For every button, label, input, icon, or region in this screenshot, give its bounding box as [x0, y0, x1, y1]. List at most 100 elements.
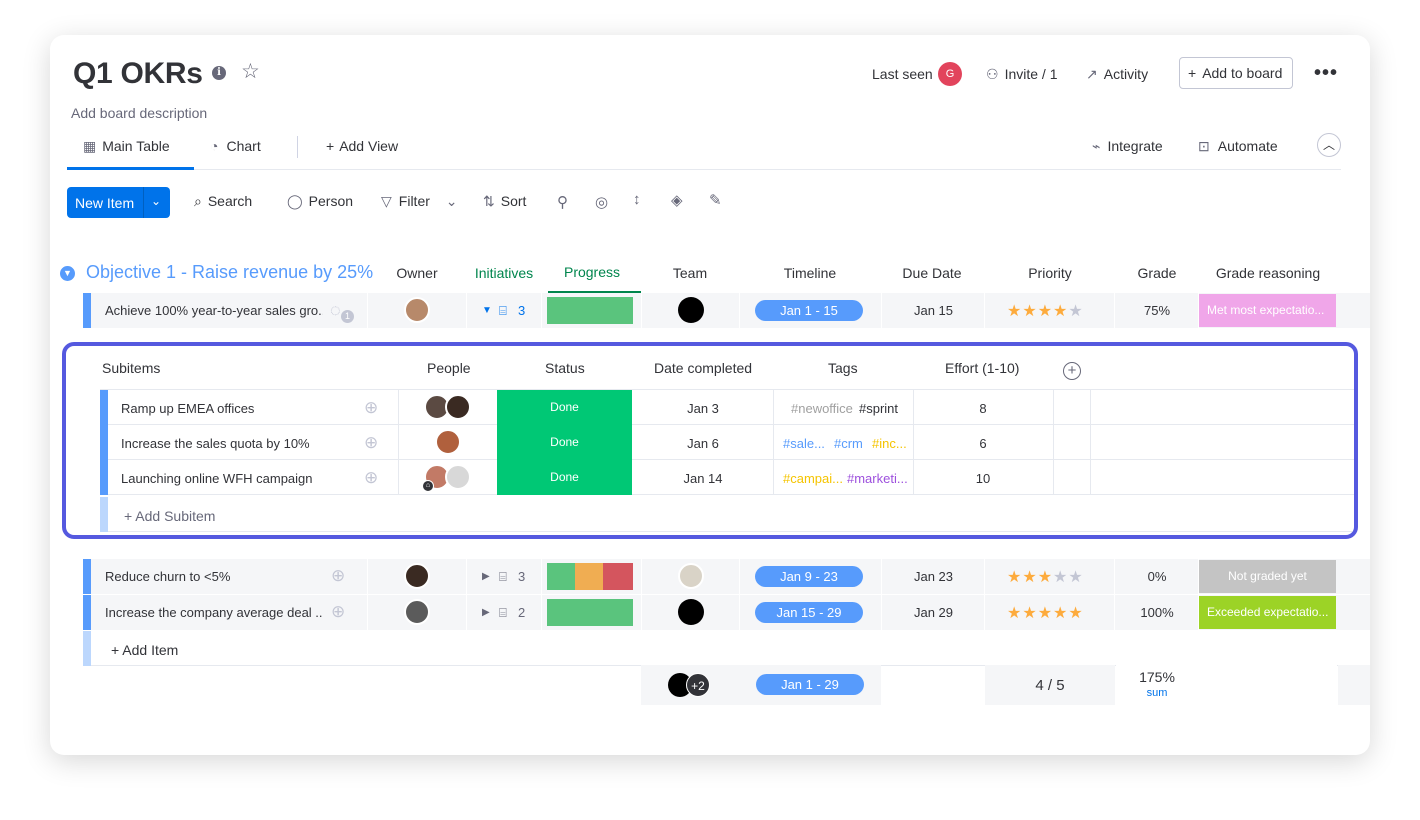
row-height-icon[interactable]: ↕ [633, 191, 641, 208]
tab-main-table[interactable]: ▦ Main Table [83, 138, 170, 155]
subitem-row[interactable]: Increase the sales quota by 10% ⊕ Done J… [100, 425, 1354, 460]
date-completed[interactable]: Jan 14 [633, 471, 773, 486]
collapse-header-icon[interactable]: ︿ [1317, 133, 1341, 157]
sort-button[interactable]: ⇅ Sort [483, 193, 526, 210]
new-item-button[interactable]: New Item ⌄ [67, 187, 170, 218]
star-icon[interactable]: ☆ [241, 61, 260, 83]
col-header-timeline[interactable]: Timeline [740, 265, 880, 281]
team-cell[interactable] [642, 293, 740, 328]
priority-cell[interactable]: ★★★★★ [985, 595, 1115, 630]
star-icon[interactable]: ★ [1068, 569, 1083, 586]
timeline-cell[interactable]: Jan 15 - 29 [740, 595, 882, 630]
tag-2[interactable]: #marketi... [847, 471, 908, 486]
group-collapse-icon[interactable]: ▼ [60, 266, 75, 281]
star-icon[interactable]: ★ [1068, 303, 1083, 320]
sub-col-tags[interactable]: Tags [828, 360, 858, 376]
col-header-owner[interactable]: Owner [367, 265, 467, 281]
add-update-icon[interactable]: ⊕ [331, 566, 345, 586]
pin-icon[interactable]: ⚲ [557, 193, 568, 211]
tag-2[interactable]: #sprint [859, 401, 898, 416]
col-header-grade[interactable]: Grade [1116, 265, 1198, 281]
last-seen-label[interactable]: Last seen [872, 66, 933, 82]
status-done[interactable]: Done [497, 390, 632, 425]
tag-1[interactable]: #campai... [783, 471, 843, 486]
add-subitem-button[interactable]: + Add Subitem [124, 508, 215, 524]
grade-reasoning-label[interactable]: Exceeded expectatio... [1199, 596, 1336, 629]
rating-stars[interactable]: ★★★★★ [1007, 603, 1084, 623]
team-cell[interactable] [642, 595, 740, 630]
add-subitem-row[interactable]: + Add Subitem [100, 497, 1354, 532]
tag-1[interactable]: #newoffice [791, 401, 853, 416]
sub-col-effort[interactable]: Effort (1-10) [945, 360, 1019, 376]
status-done[interactable]: Done [497, 425, 632, 460]
owner-cell[interactable] [367, 595, 467, 630]
table-row[interactable]: Increase the company average deal ... ⊕ … [83, 595, 1370, 630]
update-bubble-icon[interactable]: ◌ [330, 301, 341, 319]
owner-cell[interactable] [367, 293, 467, 328]
sub-col-status[interactable]: Status [545, 360, 585, 376]
chevron-down-icon[interactable]: ⌄ [446, 193, 458, 209]
initiatives-cell[interactable]: ▶ ⌸ 2 [467, 595, 542, 630]
subitem-row[interactable]: Ramp up EMEA offices ⊕ Done Jan 3 #newof… [100, 390, 1354, 425]
filter-button[interactable]: ▽ Filter ⌄ [381, 193, 458, 210]
add-item-row[interactable]: + Add Item [83, 631, 1370, 666]
paint-bucket-icon[interactable]: ◈ [671, 191, 683, 209]
tag-3[interactable]: #inc... [872, 436, 907, 451]
info-icon[interactable]: i [212, 66, 226, 80]
team-cell[interactable] [642, 559, 740, 594]
sub-col-people[interactable]: People [427, 360, 471, 376]
owner-cell[interactable] [367, 559, 467, 594]
integrate-button[interactable]: ⌁ Integrate [1092, 138, 1163, 155]
subitem-row[interactable]: Launching online WFH campaign ⊕ ⌂ Done J… [100, 460, 1354, 495]
star-icon[interactable]: ★ [1022, 303, 1037, 320]
col-header-team[interactable]: Team [642, 265, 738, 281]
subitem-name[interactable]: Increase the sales quota by 10% [121, 436, 310, 451]
search-button[interactable]: ⌕ Search [194, 193, 252, 210]
date-completed[interactable]: Jan 3 [633, 401, 773, 416]
sub-col-subitems[interactable]: Subitems [102, 360, 160, 376]
grade-cell[interactable]: 100% [1115, 595, 1199, 630]
star-icon[interactable]: ★ [1053, 569, 1068, 586]
star-icon[interactable]: ★ [1022, 605, 1037, 622]
more-options-icon[interactable]: ••• [1314, 63, 1338, 83]
priority-cell[interactable]: ★★★★★ [985, 293, 1115, 328]
more-teams-badge[interactable]: +2 [686, 673, 710, 697]
item-name[interactable]: Reduce churn to <5% [105, 569, 323, 584]
due-date-cell[interactable]: Jan 29 [882, 595, 985, 630]
initiatives-cell[interactable]: ▼ ⌸ 3 [467, 293, 542, 328]
board-title[interactable]: Q1 OKRs [73, 57, 203, 91]
star-icon[interactable]: ★ [1038, 605, 1053, 622]
status-done[interactable]: Done [497, 460, 632, 495]
tab-chart[interactable]: ◔ Chart [210, 138, 261, 154]
col-header-progress[interactable]: Progress [542, 264, 642, 280]
star-icon[interactable]: ★ [1053, 605, 1068, 622]
item-name[interactable]: Achieve 100% year-to-year sales gro... [105, 303, 323, 318]
star-icon[interactable]: ★ [1007, 303, 1022, 320]
chevron-right-icon[interactable]: ▶ [482, 607, 490, 618]
chevron-down-icon[interactable]: ▼ [482, 305, 492, 316]
add-update-icon[interactable]: ⊕ [364, 433, 378, 453]
subitem-name[interactable]: Ramp up EMEA offices [121, 401, 254, 416]
star-icon[interactable]: ★ [1007, 605, 1022, 622]
automate-button[interactable]: ⊡ Automate [1198, 138, 1278, 155]
grade-cell[interactable]: 75% [1115, 293, 1199, 328]
table-row[interactable]: Reduce churn to <5% ⊕ ▶ ⌸ 3 Jan 9 - 23 J… [83, 559, 1370, 594]
add-column-icon[interactable]: + [1063, 362, 1081, 380]
tag-2[interactable]: #crm [834, 436, 863, 451]
last-seen-avatar[interactable]: G [938, 62, 962, 86]
grade-reasoning-label[interactable]: Not graded yet [1199, 560, 1336, 593]
due-date-cell[interactable]: Jan 15 [882, 293, 985, 328]
star-icon[interactable]: ★ [1022, 569, 1037, 586]
col-header-grade-reasoning[interactable]: Grade reasoning [1199, 265, 1337, 281]
edit-icon[interactable]: ✎ [709, 191, 722, 209]
timeline-cell[interactable]: Jan 9 - 23 [740, 559, 882, 594]
rating-stars[interactable]: ★★★★★ [1007, 301, 1084, 321]
col-header-due-date[interactable]: Due Date [882, 265, 982, 281]
effort-value[interactable]: 6 [913, 436, 1053, 451]
star-icon[interactable]: ★ [1038, 569, 1053, 586]
due-date-cell[interactable]: Jan 23 [882, 559, 985, 594]
add-view-button[interactable]: + Add View [326, 138, 398, 154]
star-icon[interactable]: ★ [1053, 303, 1068, 320]
sub-col-date-completed[interactable]: Date completed [654, 360, 752, 376]
add-update-icon[interactable]: ⊕ [364, 468, 378, 488]
